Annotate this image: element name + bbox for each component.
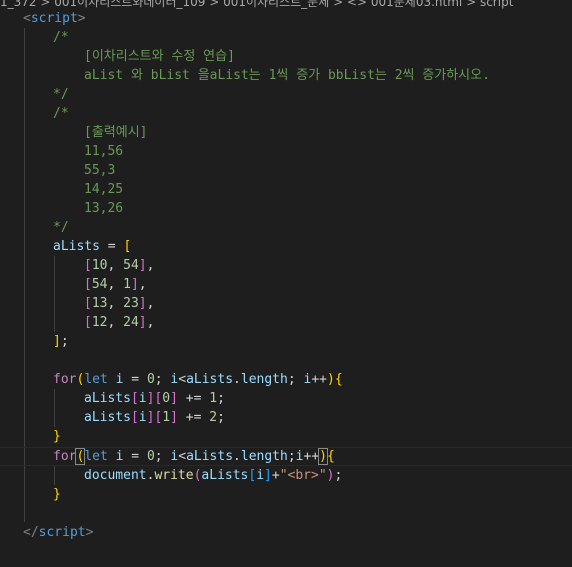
document-object: document xyxy=(84,468,147,483)
comment-output: 14,25 xyxy=(84,182,124,197)
length-property: length xyxy=(240,372,288,387)
loop-variable: i xyxy=(138,410,147,425)
code-line[interactable]: 11,56 xyxy=(0,142,572,161)
loop-variable: i xyxy=(138,391,147,406)
code-line[interactable]: for(let i = 0; i<aLists.length; i++){ xyxy=(0,370,572,389)
code-line[interactable]: for(let i = 0; i<aLists.length;i++){ xyxy=(0,447,572,466)
code-line[interactable]: 14,25 xyxy=(0,180,572,199)
write-function: write xyxy=(154,468,194,483)
code-line[interactable]: [54, 1], xyxy=(0,275,572,294)
keyword-for: for xyxy=(53,372,77,387)
comment-text: aList 와 bList 을aList는 1씩 증가 bbList는 2씩 증… xyxy=(84,68,490,83)
array-value: 10 xyxy=(91,258,108,273)
array-value: 23 xyxy=(123,296,139,311)
code-editor[interactable]: <script> /* [이차리스트와 수정 연습] aList 와 bList… xyxy=(0,9,572,567)
array-variable: aLists xyxy=(84,410,131,425)
code-line[interactable]: document.write(aLists[i]+"<br>"); xyxy=(0,466,572,485)
code-line[interactable]: aLists = [ xyxy=(0,237,572,256)
array-value: 54 xyxy=(123,258,139,273)
length-property: length xyxy=(240,449,288,464)
number-literal: 1 xyxy=(162,410,171,425)
keyword-for: for xyxy=(53,449,77,464)
number-literal: 2 xyxy=(209,410,218,425)
number-literal: 0 xyxy=(146,372,155,387)
array-value: 54 xyxy=(91,277,108,292)
array-value: 24 xyxy=(123,315,139,330)
script-close-tag: script xyxy=(38,525,86,540)
code-line[interactable]: aList 와 bList 을aList는 1씩 증가 bbList는 2씩 증… xyxy=(0,66,572,85)
code-line[interactable]: [12, 24], xyxy=(0,313,572,332)
array-variable: aLists xyxy=(84,391,131,406)
comment-text: [출력예시] xyxy=(84,125,148,140)
loop-variable: i xyxy=(256,468,265,483)
number-literal: 0 xyxy=(146,449,155,464)
code-line[interactable]: 55,3 xyxy=(0,161,572,180)
comment-close: */ xyxy=(53,220,69,235)
code-line[interactable]: 13,26 xyxy=(0,199,572,218)
code-line[interactable]: } xyxy=(0,485,572,504)
code-line[interactable]: [13, 23], xyxy=(0,294,572,313)
array-variable: aLists xyxy=(201,468,249,483)
code-line[interactable]: */ xyxy=(0,85,572,104)
comment-close: */ xyxy=(53,87,69,102)
comment-text: [이차리스트와 수정 연습] xyxy=(84,49,235,64)
array-value: 1 xyxy=(123,277,131,292)
keyword-let: let xyxy=(84,449,108,464)
array-value: 13 xyxy=(91,296,108,311)
code-line[interactable]: </script> xyxy=(0,523,572,542)
code-line[interactable]: <script> xyxy=(0,9,572,28)
code-line[interactable]: } xyxy=(0,427,572,446)
comment-open: /* xyxy=(53,30,69,45)
comment-open: /* xyxy=(53,106,69,121)
code-line[interactable]: [출력예시] xyxy=(0,123,572,142)
array-variable: aLists xyxy=(186,372,234,387)
comment-output: 13,26 xyxy=(84,201,124,216)
string-literal: "<br>" xyxy=(279,468,327,483)
comment-output: 55,3 xyxy=(84,163,116,178)
code-line[interactable]: ]; xyxy=(0,332,572,351)
number-literal: 1 xyxy=(209,391,218,406)
code-line[interactable]: */ xyxy=(0,218,572,237)
keyword-let: let xyxy=(84,372,108,387)
loop-variable: i xyxy=(295,449,304,464)
array-value: 12 xyxy=(91,315,108,330)
number-literal: 0 xyxy=(162,391,171,406)
comment-output: 11,56 xyxy=(84,144,124,159)
script-open-tag: script xyxy=(30,11,78,26)
code-line[interactable]: aLists[i][1] += 2; xyxy=(0,408,572,427)
breadcrumb-text: 1_372 > 001이차리스트와데이터_109 > 001이차리스트_문제 >… xyxy=(0,0,514,9)
array-variable: aLists xyxy=(53,239,100,254)
code-line[interactable]: /* xyxy=(0,28,572,47)
array-variable: aLists xyxy=(186,449,234,464)
code-line[interactable]: [10, 54], xyxy=(0,256,572,275)
code-line[interactable]: [이차리스트와 수정 연습] xyxy=(0,47,572,66)
code-line[interactable]: /* xyxy=(0,104,572,123)
breadcrumb[interactable]: 1_372 > 001이차리스트와데이터_109 > 001이차리스트_문제 >… xyxy=(0,0,572,9)
code-line[interactable]: aLists[i][0] += 1; xyxy=(0,389,572,408)
